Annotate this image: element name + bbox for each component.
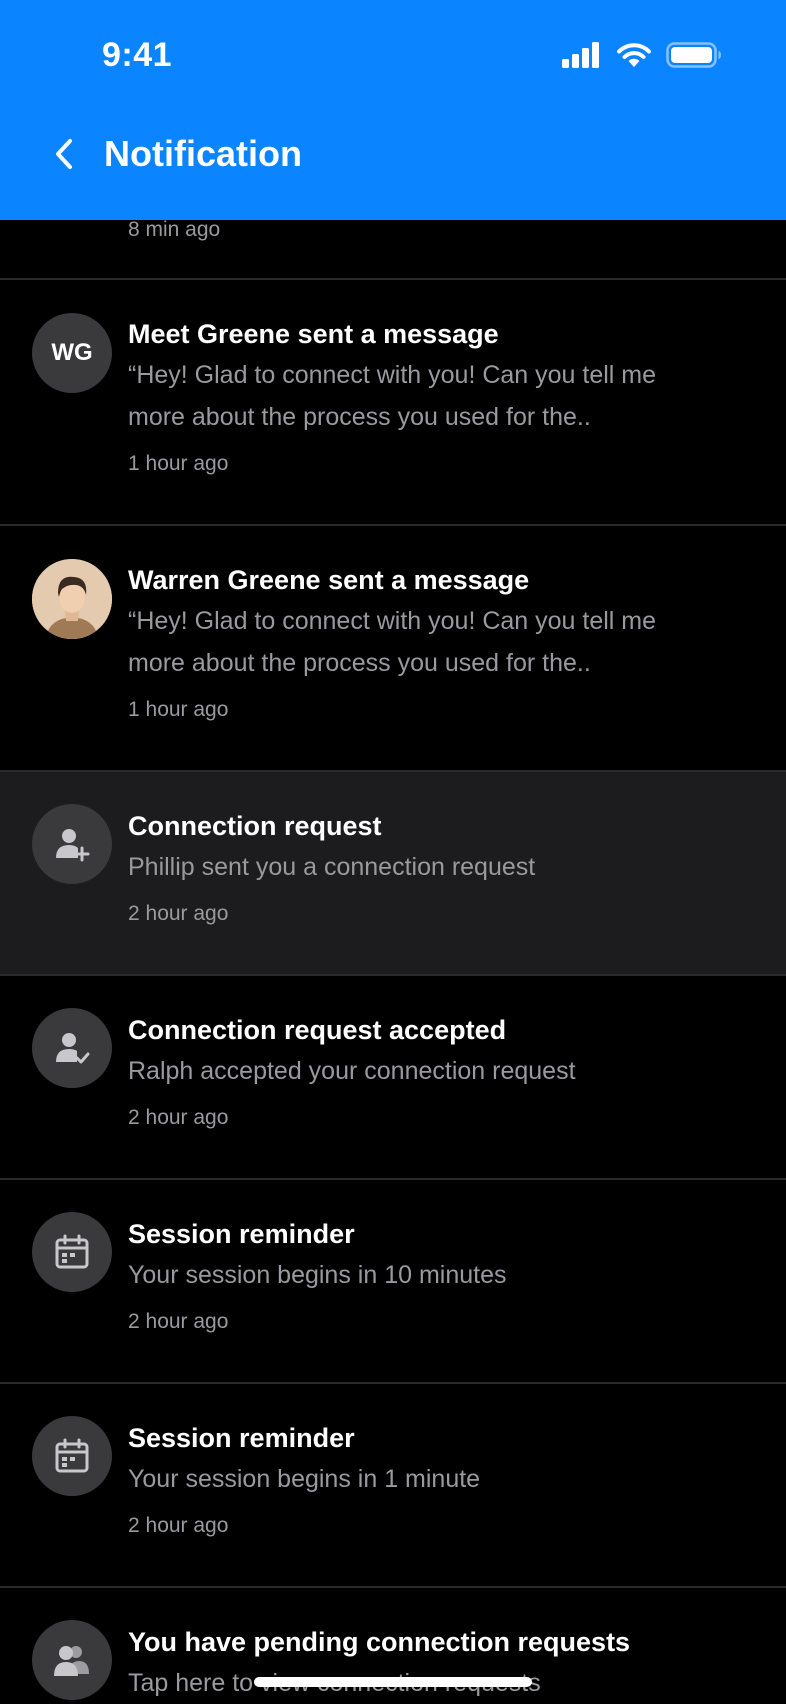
avatar — [32, 559, 112, 639]
avatar-initials: WG — [51, 339, 93, 366]
notification-item[interactable]: Connection request Phillip sent you a co… — [0, 772, 786, 976]
status-time: 9:41 — [102, 36, 173, 74]
notification-title: Connection request — [128, 811, 382, 841]
signal-icon — [562, 42, 599, 68]
avatar — [32, 1212, 112, 1292]
avatar: WG — [32, 313, 112, 393]
person-photo-icon — [32, 559, 112, 639]
notification-body: Phillip sent you a connection request — [128, 853, 536, 881]
notification-title: Connection request accepted — [128, 1015, 507, 1045]
notification-item[interactable]: Warren Greene sent a message “Hey! Glad … — [0, 526, 786, 772]
notification-body: Ralph accepted your connection request — [128, 1057, 576, 1085]
chevron-left-icon — [56, 139, 72, 169]
notification-time: 2 hour ago — [128, 1310, 229, 1333]
notification-body: more about the process you used for the.… — [128, 649, 591, 677]
notification-time: 2 hour ago — [128, 1106, 229, 1129]
user-check-icon — [56, 1033, 90, 1064]
avatar — [32, 1008, 112, 1088]
page-title: Notification — [104, 133, 302, 174]
notification-item[interactable]: Session reminder Your session begins in … — [0, 1180, 786, 1384]
notification-body: “Hey! Glad to connect with you! Can you … — [128, 607, 657, 635]
home-indicator[interactable] — [254, 1677, 532, 1687]
notification-title: Session reminder — [128, 1219, 355, 1249]
avatar — [32, 1416, 112, 1496]
calendar-icon — [55, 1234, 89, 1269]
notification-body: Your session begins in 10 minutes — [128, 1261, 507, 1289]
notification-title: You have pending connection requests — [128, 1627, 631, 1657]
calendar-icon — [55, 1438, 89, 1473]
status-icons — [562, 42, 722, 68]
avatar — [32, 1620, 112, 1700]
add-user-icon — [56, 829, 90, 862]
notification-title: Meet Greene sent a message — [128, 319, 499, 349]
notification-time: 1 hour ago — [128, 452, 229, 475]
battery-icon — [666, 42, 721, 68]
notification-time: 8 min ago — [128, 218, 221, 241]
notification-body: Your session begins in 1 minute — [128, 1465, 481, 1493]
status-bar: 9:41 — [0, 0, 786, 110]
avatar — [32, 804, 112, 884]
notification-title: Session reminder — [128, 1423, 355, 1453]
notification-time: 2 hour ago — [128, 902, 229, 925]
notification-time: 1 hour ago — [128, 698, 229, 721]
navigation-bar: Notification — [0, 120, 786, 190]
users-icon — [54, 1646, 89, 1676]
wifi-icon — [617, 43, 651, 67]
notification-item[interactable]: WG Meet Greene sent a message “Hey! Glad… — [0, 280, 786, 526]
notification-body: “Hey! Glad to connect with you! Can you … — [128, 361, 657, 389]
notification-title: Warren Greene sent a message — [128, 565, 530, 595]
notification-body: more about the process you used for the.… — [128, 403, 591, 431]
notification-item[interactable]: Connection request accepted Ralph accept… — [0, 976, 786, 1180]
app-header: 9:41 Notification — [0, 0, 786, 220]
back-button[interactable] — [42, 132, 86, 176]
notification-time: 2 hour ago — [128, 1514, 229, 1537]
notification-item[interactable]: Session reminder Your session begins in … — [0, 1384, 786, 1588]
